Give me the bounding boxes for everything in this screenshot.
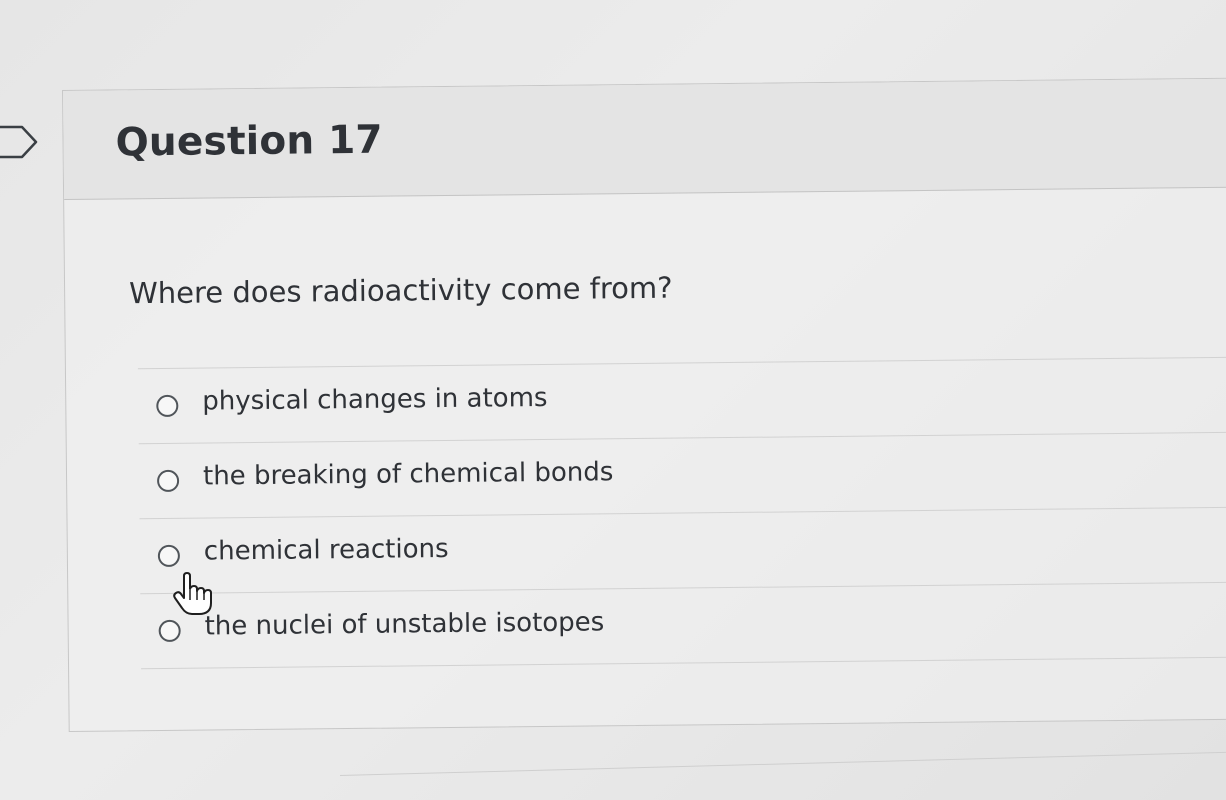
- answer-option[interactable]: physical changes in atoms: [137, 357, 1226, 445]
- radio-unchecked-icon[interactable]: [156, 469, 180, 493]
- radio-unchecked-icon[interactable]: [158, 619, 181, 643]
- question-title: Question 17: [115, 117, 383, 166]
- answer-label[interactable]: the nuclei of unstable isotopes: [204, 607, 604, 641]
- question-card: Question 17 Where does radioactivity com…: [62, 77, 1226, 732]
- divider: [340, 751, 1226, 776]
- radio-unchecked-icon[interactable]: [156, 394, 179, 418]
- flag-question-icon[interactable]: [0, 124, 38, 160]
- answer-label[interactable]: physical changes in atoms: [202, 383, 548, 417]
- radio-unchecked-icon[interactable]: [157, 544, 180, 568]
- question-header: Question 17: [63, 78, 1226, 200]
- answer-option[interactable]: the breaking of chemical bonds: [138, 432, 1226, 520]
- answer-label[interactable]: the breaking of chemical bonds: [203, 457, 614, 491]
- answer-label[interactable]: chemical reactions: [204, 534, 449, 567]
- answer-list: physical changes in atoms the breaking o…: [137, 356, 1226, 670]
- answer-option[interactable]: the nuclei of unstable isotopes: [140, 582, 1226, 670]
- answer-option[interactable]: chemical reactions: [139, 507, 1226, 595]
- question-text: Where does radioactivity come from?: [128, 270, 673, 311]
